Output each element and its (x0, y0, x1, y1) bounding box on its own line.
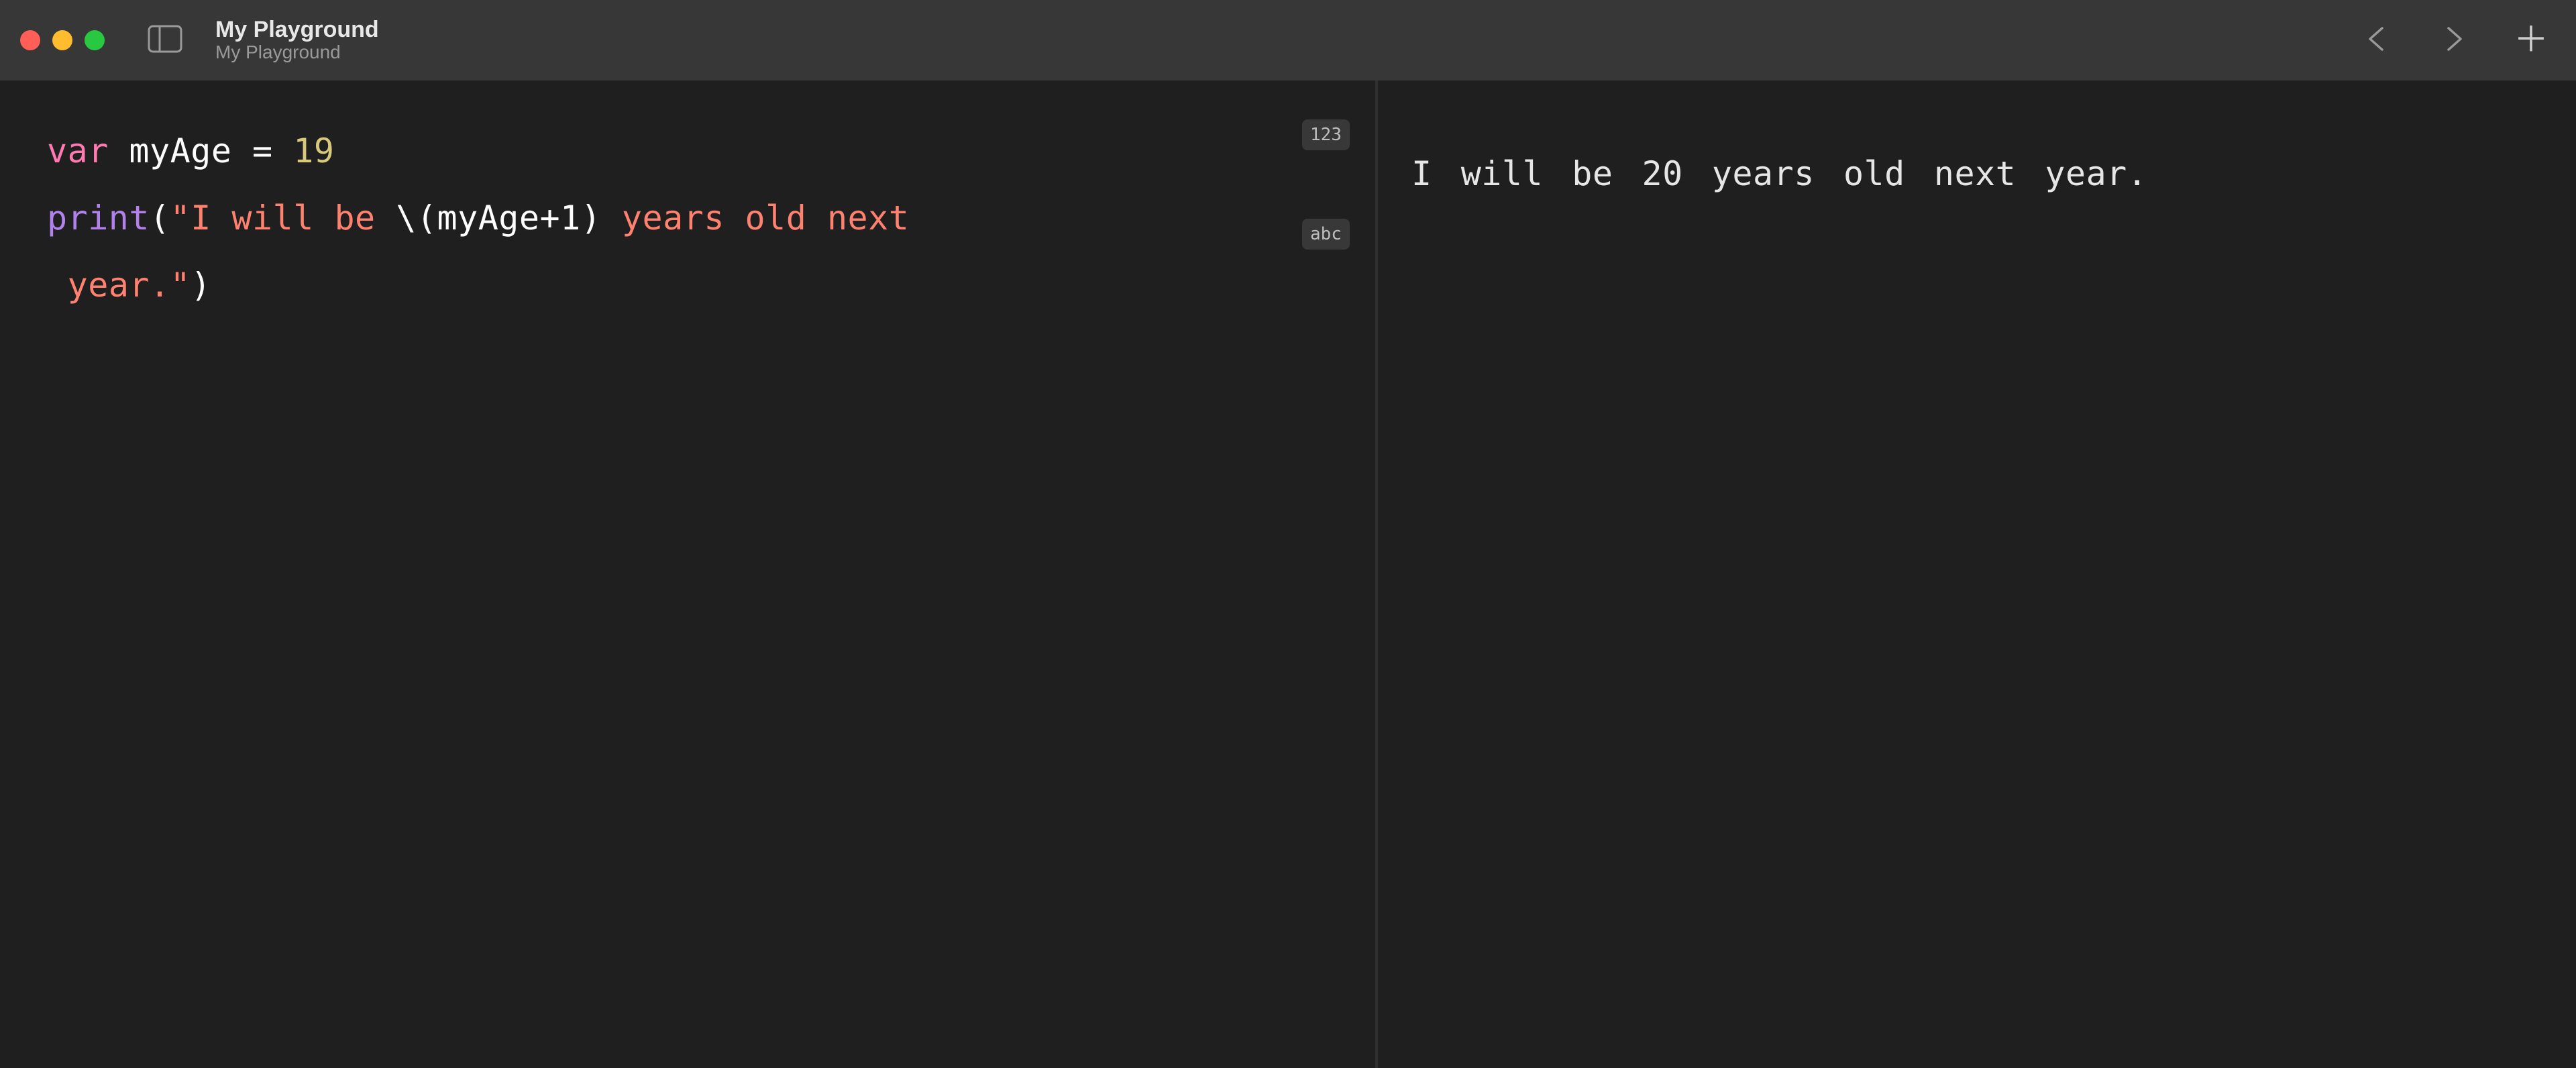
nav-controls: ＋ (2360, 0, 2548, 81)
code-paren: ( (150, 199, 170, 237)
code-interp-body: myAge+1 (437, 199, 580, 237)
window-close-button[interactable] (20, 30, 40, 50)
window-subtitle: My Playground (215, 42, 379, 63)
title-block: My Playground My Playground (215, 17, 379, 63)
code-text: myAge = (109, 131, 293, 170)
console-output-text: I will be 20 years old next year. (1411, 154, 2542, 193)
code-paren: ) (191, 266, 211, 305)
code-keyword: var (47, 131, 109, 170)
forward-icon (2440, 25, 2467, 56)
code-string: "I will be (170, 199, 396, 237)
result-badge-number[interactable]: 123 (1302, 119, 1350, 150)
back-icon (2363, 25, 2390, 56)
traffic-lights (20, 30, 105, 50)
forward-button[interactable] (2437, 23, 2471, 57)
plus-icon: ＋ (2514, 23, 2548, 58)
code-number: 19 (293, 131, 334, 170)
code-interp-open: \( (396, 199, 437, 237)
console-output-pane: I will be 20 years old next year. (1378, 81, 2576, 1068)
window-title: My Playground (215, 17, 379, 42)
code-string: years old next (601, 199, 909, 237)
inline-result-badges: 123 abc (1302, 119, 1350, 250)
code-area[interactable]: var myAge = 19 print("I will be \(myAge+… (47, 117, 1328, 319)
code-string: year." (47, 266, 191, 305)
content-area: var myAge = 19 print("I will be \(myAge+… (0, 81, 2576, 1068)
code-editor-pane[interactable]: var myAge = 19 print("I will be \(myAge+… (0, 81, 1375, 1068)
window-zoom-button[interactable] (85, 30, 105, 50)
code-func: print (47, 199, 150, 237)
result-badge-string[interactable]: abc (1302, 219, 1350, 250)
sidebar-icon (148, 25, 182, 56)
sidebar-toggle-button[interactable] (145, 23, 185, 57)
add-button[interactable]: ＋ (2514, 23, 2548, 57)
window-titlebar: My Playground My Playground ＋ (0, 0, 2576, 81)
window-minimize-button[interactable] (52, 30, 72, 50)
back-button[interactable] (2360, 23, 2394, 57)
code-interp-close: ) (581, 199, 602, 237)
